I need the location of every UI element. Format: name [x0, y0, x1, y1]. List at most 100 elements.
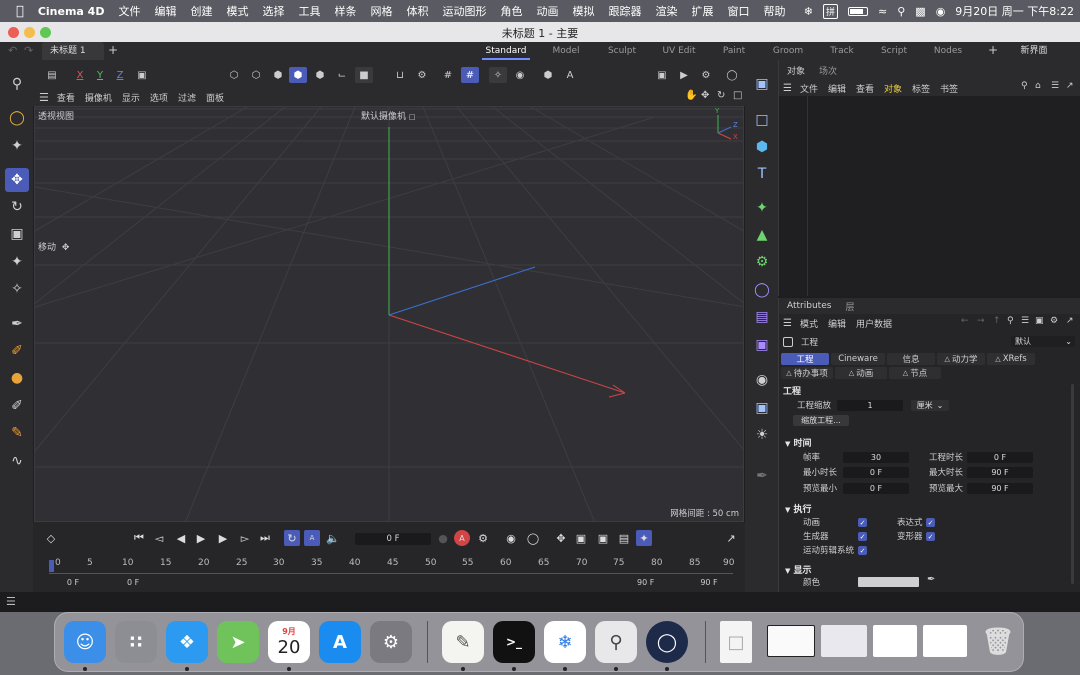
scale-tool-icon[interactable]: ▣	[5, 222, 29, 246]
polygons-mode-icon[interactable]: ⬢	[269, 67, 287, 83]
param-key-icon[interactable]: ▣	[595, 530, 611, 546]
spline-pen-icon[interactable]: ✒	[5, 312, 29, 336]
trash-icon[interactable]: 🗑	[977, 621, 1019, 663]
menu-help[interactable]: 帮助	[763, 3, 785, 19]
playhead[interactable]	[49, 560, 54, 572]
spline-smooth-icon[interactable]: ∿	[5, 449, 29, 473]
lock-x-button[interactable]: X	[71, 67, 89, 83]
calendar-icon[interactable]: 9月 20	[268, 621, 310, 663]
field-icon[interactable]: ▤	[750, 305, 774, 329]
safari-icon[interactable]: ❖	[166, 621, 208, 663]
preview-min-input[interactable]: 0 F	[843, 483, 909, 494]
search-icon[interactable]: ⚲	[1021, 81, 1028, 91]
keyframe-icon[interactable]: ◇	[43, 530, 59, 546]
loop-icon[interactable]: ↻	[284, 530, 300, 546]
object-mode-icon[interactable]: ⬢	[289, 67, 307, 83]
subtab-dynamics[interactable]: △ 动力学	[937, 353, 985, 365]
start-field[interactable]: 0 F	[41, 578, 105, 587]
hamburger-icon[interactable]: ☰	[6, 595, 16, 608]
objmenu-file[interactable]: 文件	[800, 82, 818, 95]
layout-tab-script[interactable]: Script	[874, 42, 914, 60]
material-icon[interactable]: ◯	[723, 67, 741, 83]
attrmenu-edit[interactable]: 编辑	[828, 317, 846, 330]
end-field[interactable]: 90 F	[681, 578, 737, 587]
live-selection-icon[interactable]: ◯	[5, 106, 29, 130]
tab-layers[interactable]: 层	[845, 300, 854, 313]
home-icon[interactable]: ⌂	[1035, 81, 1041, 91]
environment-icon[interactable]: ◉	[750, 368, 774, 392]
document-tab[interactable]: 未标题 1 ×	[42, 42, 104, 74]
objmenu-edit[interactable]: 编辑	[828, 82, 846, 95]
menu-tools[interactable]: 工具	[298, 3, 320, 19]
tab-attributes[interactable]: Attributes	[787, 301, 831, 311]
search-icon[interactable]: ⚲	[1007, 316, 1014, 326]
next-key-icon[interactable]: ▻	[237, 530, 253, 546]
layout-tab-standard[interactable]: Standard	[482, 42, 530, 60]
move-camera-icon[interactable]: ✥	[701, 90, 709, 101]
layout-tab-nodes[interactable]: Nodes	[928, 42, 968, 60]
filter-icon[interactable]: ☰	[1051, 81, 1059, 91]
render-view-icon[interactable]: ▣	[653, 67, 671, 83]
search-icon[interactable]: ⚲	[897, 5, 905, 18]
max-time-input[interactable]: 90 F	[967, 467, 1033, 478]
rotation-key-icon[interactable]: ◯	[525, 530, 541, 546]
attrmenu-mode[interactable]: 模式	[800, 317, 818, 330]
render-active-icon[interactable]: A	[561, 67, 579, 83]
viewport-menu-view[interactable]: 查看	[57, 91, 75, 104]
menu-edit[interactable]: 编辑	[154, 3, 176, 19]
min-time-input[interactable]: 0 F	[843, 467, 909, 478]
render-settings-icon[interactable]: ⚙	[697, 67, 715, 83]
menu-mode[interactable]: 模式	[226, 3, 248, 19]
viewport-menu-panel[interactable]: 面板	[206, 91, 224, 104]
next-frame-icon[interactable]: ▶	[215, 530, 231, 546]
input-method-icon[interactable]: 拼	[822, 3, 838, 19]
grid-snap-icon[interactable]: #	[461, 67, 479, 83]
fps-input[interactable]: 30	[843, 452, 909, 463]
generators-checkbox[interactable]: ✓	[858, 532, 867, 541]
document-icon[interactable]: □	[720, 621, 752, 663]
subtab-nodes[interactable]: △ 节点	[889, 367, 941, 379]
prev-key-icon[interactable]: ◅	[151, 530, 167, 546]
menu-extensions[interactable]: 扩展	[691, 3, 713, 19]
axis-mode-icon[interactable]: ⌙	[333, 67, 351, 83]
window-thumbnail-2[interactable]	[821, 625, 867, 657]
tweak-icon[interactable]: ✦	[5, 134, 29, 158]
viewport-menu-filter[interactable]: 过滤	[178, 91, 196, 104]
spline-sketch-icon[interactable]: ✐	[5, 339, 29, 363]
lock-y-button[interactable]: Y	[91, 67, 109, 83]
expressions-checkbox[interactable]: ✓	[926, 518, 935, 527]
rotate-camera-icon[interactable]: ↻	[717, 90, 725, 101]
filter-icon[interactable]: ☰	[1021, 316, 1029, 326]
menu-mesh[interactable]: 网格	[370, 3, 392, 19]
layout-tab-paint[interactable]: Paint	[714, 42, 754, 60]
edges-mode-icon[interactable]: ⬡	[247, 67, 265, 83]
menu-simulate[interactable]: 模拟	[572, 3, 594, 19]
workplane-icon[interactable]: #	[439, 67, 457, 83]
subtab-todo[interactable]: △ 待办事项	[781, 367, 833, 379]
eyedropper-icon[interactable]: ✒	[927, 574, 935, 585]
expand-icon[interactable]: ↗	[1066, 81, 1074, 91]
range-bar[interactable]: 0 F 0 F 90 F 90 F	[41, 578, 737, 588]
objmenu-view[interactable]: 查看	[856, 82, 874, 95]
move-key-icon[interactable]: ✥	[553, 530, 569, 546]
app-store-icon[interactable]: A	[319, 621, 361, 663]
preview-max-input[interactable]: 90 F	[967, 483, 1033, 494]
battery-icon[interactable]	[848, 6, 868, 16]
cube-object-icon[interactable]: ⬢	[750, 135, 774, 159]
menu-mograph[interactable]: 运动图形	[442, 3, 486, 19]
lock-z-button[interactable]: Z	[111, 67, 129, 83]
menu-animate[interactable]: 动画	[536, 3, 558, 19]
range-end-value[interactable]: 90 F	[637, 578, 654, 587]
subtab-animation[interactable]: △ 动画	[835, 367, 887, 379]
enable-snap-icon[interactable]: ⊔	[391, 67, 409, 83]
tab-takes[interactable]: 场次	[819, 64, 837, 77]
deformer-icon[interactable]: ◯	[750, 278, 774, 302]
timeline-graph-icon[interactable]: ↗	[723, 530, 739, 546]
finder-icon[interactable]: ☺	[64, 621, 106, 663]
coordinate-system-icon[interactable]: ▣	[133, 67, 151, 83]
go-to-start-icon[interactable]: ⏮	[131, 530, 147, 546]
camera-object-icon[interactable]: ▣	[750, 396, 774, 420]
camera-label[interactable]: 默认摄像机 □	[361, 109, 416, 122]
redo-icon[interactable]: ↷	[24, 44, 33, 57]
window-thumbnail-4[interactable]	[923, 625, 967, 657]
